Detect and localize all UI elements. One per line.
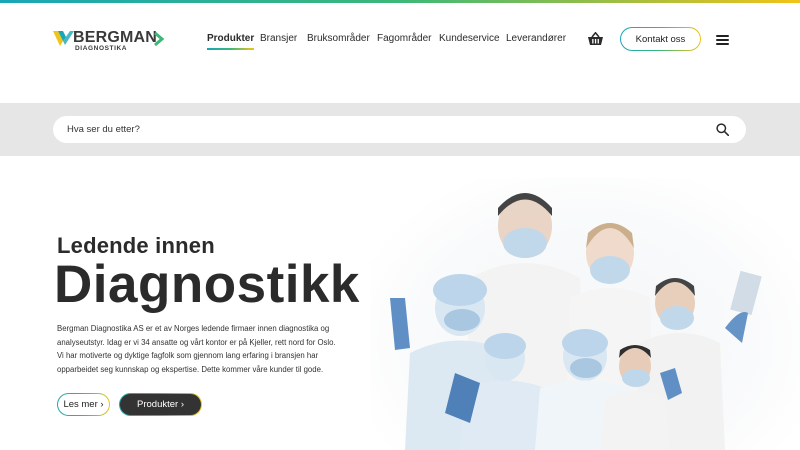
nav-item-bruksomrader[interactable]: Bruksområder <box>307 33 370 45</box>
hero-intro: Bergman Diagnostika AS er et av Norges l… <box>57 322 357 376</box>
products-button[interactable]: Produkter › <box>119 393 202 416</box>
medical-team-illustration <box>390 193 762 450</box>
intro-line: analyseutstyr. Idag er vi 34 ansatte og … <box>57 337 336 347</box>
brand-subtitle: DIAGNOSTIKA <box>75 45 128 52</box>
nav-item-fagomrader[interactable]: Fagområder <box>377 33 431 45</box>
search-section <box>0 103 800 156</box>
brand-name: BERGMAN <box>73 29 158 46</box>
nav-item-produkter[interactable]: Produkter <box>207 33 255 51</box>
search-input[interactable] <box>67 116 687 143</box>
nav-item-kundeservice[interactable]: Kundeservice <box>439 33 500 45</box>
site-header: BERGMAN DIAGNOSTIKA Produkter Bransjer B… <box>0 3 800 103</box>
intro-line: opparbeidet seg kunnskap og ekspertise. … <box>57 364 324 374</box>
basket-icon[interactable] <box>588 32 603 46</box>
main-navigation: Produkter Bransjer Bruksområder Fagområd… <box>207 33 566 51</box>
hero-headline: Diagnostikk <box>54 255 360 314</box>
hamburger-menu-icon[interactable] <box>716 35 729 45</box>
contact-button[interactable]: Kontakt oss <box>620 27 701 51</box>
intro-line: Bergman Diagnostika AS er et av Norges l… <box>57 324 330 333</box>
nav-item-bransjer[interactable]: Bransjer <box>260 33 297 45</box>
search-bar <box>53 116 746 143</box>
intro-line: Vi har motiverte og dyktige fagfolk som … <box>57 351 319 360</box>
hero-image <box>370 178 800 450</box>
search-icon[interactable] <box>716 123 729 136</box>
chevron-right-icon <box>154 32 165 46</box>
read-more-button[interactable]: Les mer › <box>57 393 110 416</box>
nav-item-leverandorer[interactable]: Leverandører <box>506 33 566 45</box>
brand-logo[interactable]: BERGMAN DIAGNOSTIKA <box>53 29 168 55</box>
logo-mark-icon <box>53 31 74 46</box>
